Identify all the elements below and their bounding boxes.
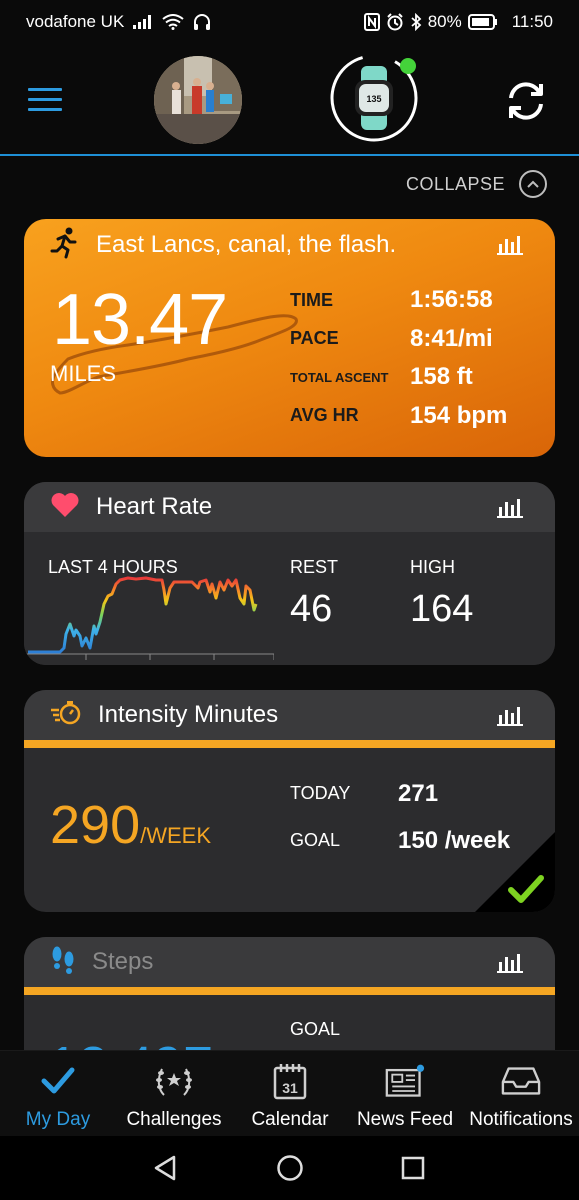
goal-label: GOAL xyxy=(290,830,341,850)
calendar-icon: 31 xyxy=(270,1061,310,1101)
intensity-week-unit: /WEEK xyxy=(140,823,212,848)
hr-rest: REST 46 xyxy=(290,557,338,631)
bar-chart-icon[interactable] xyxy=(497,234,523,256)
intensity-today-row: TODAY 271 xyxy=(290,770,510,817)
nav-news-feed[interactable]: News Feed xyxy=(345,1061,465,1131)
distance-value: 13.47 xyxy=(52,280,228,360)
stat-row-time: TIME 1:56:58 xyxy=(290,281,507,320)
activity-stats: TIME 1:56:58 PACE 8:41/mi TOTAL ASCENT 1… xyxy=(290,281,507,435)
heart-icon xyxy=(50,492,80,523)
sync-icon[interactable] xyxy=(503,78,549,124)
intensity-progress-bar xyxy=(24,740,555,748)
system-nav-bar xyxy=(0,1136,579,1200)
stat-value: 154 bpm xyxy=(410,401,508,429)
nav-label: Calendar xyxy=(251,1109,329,1130)
stat-label: TIME xyxy=(290,289,333,310)
header-divider xyxy=(0,154,579,156)
stat-label: PACE xyxy=(290,328,339,349)
alarm-icon xyxy=(386,13,404,31)
steps-progress-bar xyxy=(24,987,555,995)
hr-high-value: 164 xyxy=(410,588,474,630)
recents-icon[interactable] xyxy=(400,1154,426,1187)
bluetooth-icon xyxy=(410,13,422,31)
collapse-toggle[interactable]: COLLAPSE xyxy=(406,170,547,198)
intensity-title: Intensity Minutes xyxy=(98,701,279,728)
today-value: 271 xyxy=(398,779,439,807)
battery-percent: 80% xyxy=(427,12,462,31)
collapse-label: COLLAPSE xyxy=(405,173,505,194)
nav-notifications[interactable]: Notifications xyxy=(461,1061,579,1131)
heart-rate-title: Heart Rate xyxy=(96,493,213,520)
newspaper-icon xyxy=(385,1061,425,1101)
nav-my-day[interactable]: My Day xyxy=(0,1061,118,1131)
nav-label: Challenges xyxy=(126,1109,222,1130)
hr-rest-label: REST xyxy=(290,557,339,577)
goal-met-check-icon xyxy=(475,832,555,912)
bar-chart-icon[interactable] xyxy=(497,497,523,519)
app-header: 135 xyxy=(0,44,579,156)
running-icon xyxy=(50,227,80,264)
intensity-week-value: 290 xyxy=(50,795,141,855)
stat-label: TOTAL ASCENT xyxy=(290,369,389,385)
avatar[interactable] xyxy=(154,56,242,144)
laurel-icon xyxy=(154,1061,194,1101)
heart-rate-header: Heart Rate xyxy=(24,482,555,532)
clock-time: 11:50 xyxy=(511,12,553,31)
activity-card-header: East Lancs, canal, the flash. xyxy=(24,219,555,271)
heart-rate-card[interactable]: Heart Rate LAST 4 HOURS REST 46 HIGH 164 xyxy=(24,482,555,665)
nav-label: My Day xyxy=(25,1109,91,1130)
stat-row-pace: PACE 8:41/mi xyxy=(290,320,507,359)
wifi-icon xyxy=(162,14,184,30)
stat-value: 8:41/mi xyxy=(410,324,493,352)
nav-label: Notifications xyxy=(469,1109,573,1130)
signal-icon xyxy=(132,14,154,30)
footprints-icon xyxy=(50,945,76,980)
nav-challenges[interactable]: Challenges xyxy=(114,1061,234,1131)
bottom-nav: My Day Challenges 31 Calendar News Feed … xyxy=(0,1050,579,1136)
stopwatch-icon xyxy=(50,700,82,731)
calendar-day: 31 xyxy=(282,1080,298,1096)
home-icon[interactable] xyxy=(276,1154,304,1187)
device-watch-button[interactable]: 135 xyxy=(328,52,420,144)
hr-high-label: HIGH xyxy=(410,557,455,577)
activity-title: East Lancs, canal, the flash. xyxy=(96,231,397,258)
hr-high: HIGH 164 xyxy=(410,557,473,631)
headphones-icon xyxy=(192,13,212,31)
today-label: TODAY xyxy=(290,783,351,803)
battery-icon xyxy=(467,14,498,30)
activity-card[interactable]: East Lancs, canal, the flash. 13.47 MILE… xyxy=(24,219,555,457)
heart-rate-body: LAST 4 HOURS REST 46 HIGH 164 xyxy=(24,532,555,665)
stat-label: AVG HR xyxy=(290,405,359,426)
watch-screen-value: 135 xyxy=(366,94,381,104)
bar-chart-icon[interactable] xyxy=(497,952,523,974)
hr-rest-value: 46 xyxy=(290,588,333,630)
intensity-header: Intensity Minutes xyxy=(24,690,555,740)
back-icon[interactable] xyxy=(152,1154,178,1187)
stat-row-ascent: TOTAL ASCENT 158 ft xyxy=(290,358,507,397)
intensity-minutes-card[interactable]: Intensity Minutes 290/WEEK TODAY 271 GOA… xyxy=(24,690,555,912)
steps-goal-label: GOAL xyxy=(290,1019,341,1039)
check-icon xyxy=(38,1061,78,1101)
stat-row-avg-hr: AVG HR 154 bpm xyxy=(290,397,507,436)
bar-chart-icon[interactable] xyxy=(497,705,523,727)
stat-value: 1:56:58 xyxy=(410,286,493,314)
steps-header: Steps xyxy=(24,937,555,987)
steps-title: Steps xyxy=(92,948,154,975)
inbox-icon xyxy=(501,1061,541,1101)
chevron-up-icon xyxy=(519,170,547,198)
nav-calendar[interactable]: 31 Calendar xyxy=(230,1061,350,1131)
nfc-icon xyxy=(363,13,380,31)
status-bar: vodafone UK 80% 11:50 xyxy=(0,0,579,44)
heart-rate-chart xyxy=(24,576,274,660)
nav-label: News Feed xyxy=(356,1109,454,1130)
distance-unit: MILES xyxy=(50,361,117,386)
stat-value: 158 ft xyxy=(410,363,473,391)
carrier-label: vodafone UK xyxy=(26,12,125,31)
menu-button[interactable] xyxy=(28,88,62,114)
intensity-week-total: 290/WEEK xyxy=(50,794,211,856)
